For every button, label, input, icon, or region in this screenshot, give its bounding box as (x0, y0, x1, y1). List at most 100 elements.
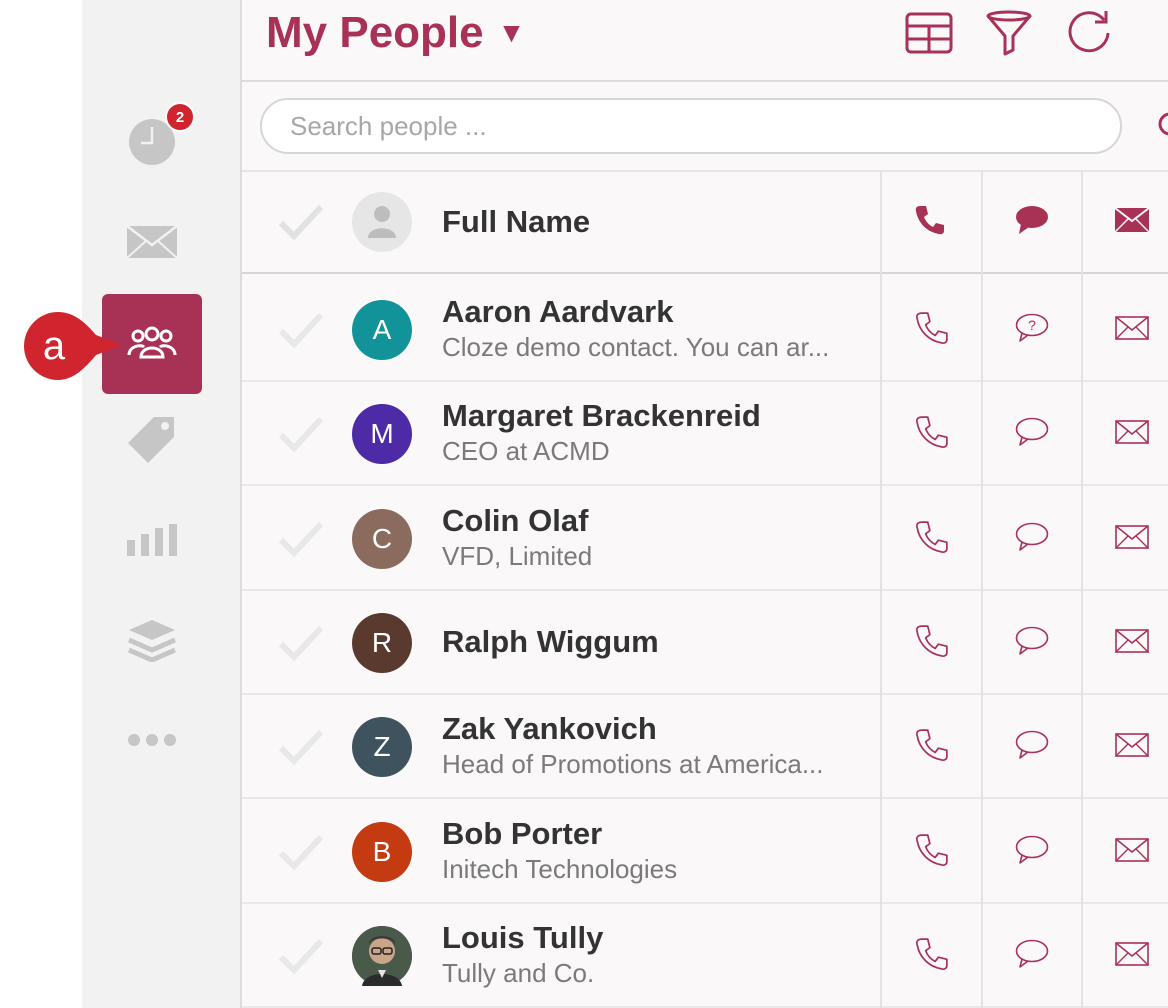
table-row[interactable]: R Ralph Wiggum (242, 591, 1168, 695)
contact-name[interactable]: Margaret Brackenreid (442, 398, 761, 434)
row-checkbox[interactable] (276, 623, 326, 663)
email-button[interactable] (1082, 613, 1168, 673)
avatar-initial: A (372, 314, 392, 345)
contact-name[interactable]: Ralph Wiggum (442, 624, 659, 660)
phone-icon (915, 624, 949, 663)
message-column-header[interactable] (982, 192, 1082, 252)
email-button[interactable] (1082, 717, 1168, 777)
row-checkbox[interactable] (276, 414, 326, 454)
envelope-icon (1115, 628, 1149, 658)
speech-bubble-icon (1015, 522, 1049, 557)
message-button[interactable]: ? (982, 300, 1082, 360)
speech-bubble-icon (1015, 835, 1049, 870)
avatar[interactable]: A (352, 300, 412, 360)
page-title: My People (266, 8, 484, 57)
email-button[interactable] (1082, 300, 1168, 360)
row-checkbox[interactable] (276, 936, 326, 976)
avatar-placeholder (352, 192, 412, 252)
contact-name[interactable]: Zak Yankovich (442, 711, 657, 747)
table-row[interactable]: M Margaret Brackenreid CEO at ACMD (242, 382, 1168, 486)
envelope-icon (1115, 419, 1149, 449)
sidebar-item-more[interactable] (102, 692, 202, 792)
contact-name[interactable]: Bob Porter (442, 816, 602, 852)
envelope-icon (1115, 732, 1149, 762)
notification-badge: 2 (165, 102, 195, 132)
message-button[interactable] (982, 822, 1082, 882)
message-button[interactable] (982, 404, 1082, 464)
avatar[interactable]: C (352, 509, 412, 569)
row-checkbox[interactable] (276, 832, 326, 872)
avatar[interactable] (352, 926, 412, 986)
table-row[interactable]: C Colin Olaf VFD, Limited (242, 487, 1168, 591)
message-button[interactable] (982, 613, 1082, 673)
email-button[interactable] (1082, 822, 1168, 882)
speech-bubble-icon (1015, 730, 1049, 765)
envelope-icon (1115, 941, 1149, 971)
contact-name[interactable]: Aaron Aardvark (442, 294, 673, 330)
call-button[interactable] (882, 926, 982, 986)
question-bubble-icon: ? (1015, 313, 1049, 348)
sidebar-item-reports[interactable] (102, 492, 202, 592)
message-button[interactable] (982, 717, 1082, 777)
call-button[interactable] (882, 404, 982, 464)
avatar-photo (352, 926, 412, 986)
avatar[interactable]: M (352, 404, 412, 464)
row-checkbox[interactable] (276, 310, 326, 350)
left-margin (0, 0, 82, 1008)
search-input[interactable] (290, 100, 1090, 152)
phone-icon (915, 728, 949, 767)
sidebar-item-inbox[interactable] (102, 194, 202, 294)
email-column-header[interactable] (1082, 192, 1168, 252)
table-view-button[interactable] (904, 10, 954, 60)
avatar-initial: Z (373, 731, 391, 762)
table-row[interactable]: B Bob Porter Initech Technologies (242, 800, 1168, 904)
search-box[interactable] (260, 98, 1122, 154)
avatar-initial: M (370, 418, 394, 449)
email-button[interactable] (1082, 926, 1168, 986)
speech-bubble-icon (1015, 417, 1049, 452)
sidebar-item-tags[interactable] (102, 392, 202, 492)
main-panel: My People ▼ Search people ... Full Name … (242, 0, 1168, 1008)
people-icon (127, 325, 177, 364)
envelope-icon (126, 224, 178, 264)
avatar[interactable]: Z (352, 717, 412, 777)
sidebar-item-layers[interactable] (102, 592, 202, 692)
call-button[interactable] (882, 613, 982, 673)
contact-subtitle: VFD, Limited (442, 541, 593, 571)
email-button[interactable] (1082, 404, 1168, 464)
filter-button[interactable] (984, 10, 1034, 60)
row-checkbox[interactable] (276, 727, 326, 767)
contact-name[interactable]: Louis Tully (442, 920, 603, 956)
avatar[interactable]: R (352, 613, 412, 673)
table-view-icon (905, 12, 953, 59)
message-button[interactable] (982, 926, 1082, 986)
svg-text:?: ? (1028, 317, 1036, 333)
contact-name[interactable]: Colin Olaf (442, 503, 588, 539)
contact-subtitle: Initech Technologies (442, 854, 678, 884)
call-button[interactable] (882, 509, 982, 569)
call-button[interactable] (882, 822, 982, 882)
phone-column-header[interactable] (880, 192, 980, 252)
email-button[interactable] (1082, 509, 1168, 569)
table-row[interactable]: Z Zak Yankovich Head of Promotions at Amer… (242, 695, 1168, 799)
search-icon[interactable] (1156, 112, 1168, 140)
column-header-full-name[interactable]: Full Name (442, 204, 590, 240)
view-selector[interactable]: My People ▼ (266, 8, 525, 58)
table-row[interactable]: Louis Tully Tully and Co. (242, 904, 1168, 1008)
caret-down-icon: ▼ (497, 17, 526, 48)
envelope-icon (1115, 524, 1149, 554)
phone-icon (915, 415, 949, 454)
phone-icon (915, 520, 949, 559)
row-checkbox[interactable] (276, 519, 326, 559)
message-button[interactable] (982, 509, 1082, 569)
call-button[interactable] (882, 300, 982, 360)
contact-subtitle: Head of Promotions at America... (442, 749, 824, 779)
avatar[interactable]: B (352, 822, 412, 882)
table-row[interactable]: A Aaron Aardvark Cloze demo contact. You c… (242, 278, 1168, 382)
call-button[interactable] (882, 717, 982, 777)
phone-icon (915, 311, 949, 350)
phone-filled-icon (914, 204, 946, 241)
select-all-checkbox[interactable] (276, 202, 326, 242)
refresh-icon (1064, 8, 1114, 63)
refresh-button[interactable] (1064, 10, 1114, 60)
